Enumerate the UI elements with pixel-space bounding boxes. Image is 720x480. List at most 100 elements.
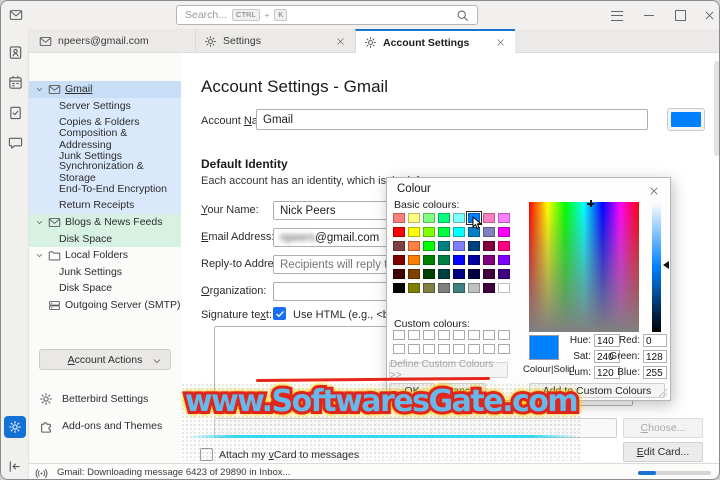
basic-colour-swatch[interactable] — [483, 283, 495, 293]
basic-colour-swatch[interactable] — [483, 213, 495, 223]
sidebar-item[interactable]: Disk Space — [29, 230, 181, 247]
luminance-slider-arrow[interactable] — [663, 261, 669, 269]
add-to-custom-colours-button[interactable]: Add to Custom Colours — [529, 383, 665, 398]
custom-colour-swatch-empty[interactable] — [498, 344, 510, 354]
basic-colour-swatch[interactable] — [393, 213, 405, 223]
basic-colour-swatch[interactable] — [453, 241, 465, 251]
app-menu-button[interactable] — [609, 9, 625, 22]
basic-colour-swatch[interactable] — [408, 241, 420, 251]
basic-colour-swatch[interactable] — [498, 255, 510, 265]
basic-colour-swatch[interactable] — [408, 227, 420, 237]
custom-colour-swatch-empty[interactable] — [468, 344, 480, 354]
basic-colour-swatch[interactable] — [468, 283, 480, 293]
blue-input[interactable]: 255 — [643, 366, 667, 379]
cancel-button[interactable]: Cancel — [438, 383, 486, 398]
custom-colour-swatch-empty[interactable] — [423, 344, 435, 354]
basic-colour-swatch[interactable] — [438, 227, 450, 237]
basic-colour-swatch[interactable] — [408, 283, 420, 293]
custom-colour-swatch-empty[interactable] — [408, 344, 420, 354]
maximize-button[interactable] — [672, 9, 688, 22]
basic-colour-swatch[interactable] — [498, 227, 510, 237]
basic-colour-swatch[interactable] — [483, 269, 495, 279]
basic-colour-swatch[interactable] — [408, 255, 420, 265]
sidebar-item[interactable]: Outgoing Server (SMTP) — [29, 297, 181, 314]
basic-colour-swatch[interactable] — [438, 255, 450, 265]
basic-colour-swatch[interactable] — [468, 241, 480, 251]
basic-colour-swatch[interactable] — [423, 213, 435, 223]
basic-colour-swatch[interactable] — [408, 213, 420, 223]
basic-colour-swatch[interactable] — [498, 213, 510, 223]
basic-colour-swatch[interactable] — [393, 241, 405, 251]
chat-icon[interactable] — [8, 135, 23, 150]
sidebar-item[interactable]: End-To-End Encryption — [29, 180, 181, 198]
custom-colour-swatch-empty[interactable] — [438, 330, 450, 340]
define-custom-colours-button[interactable]: Define Custom Colours >> — [389, 359, 508, 381]
address-book-icon[interactable] — [8, 45, 23, 60]
calendar-icon[interactable] — [8, 75, 23, 90]
basic-colour-swatch[interactable] — [393, 283, 405, 293]
custom-colour-swatch-empty[interactable] — [393, 330, 405, 340]
settings-space-button-active[interactable] — [4, 416, 26, 438]
sidebar-item[interactable]: Gmail — [29, 81, 181, 98]
basic-colour-swatch[interactable] — [498, 283, 510, 293]
basic-colour-swatch[interactable] — [483, 241, 495, 251]
tasks-icon[interactable] — [8, 105, 23, 120]
custom-colour-swatch-empty[interactable] — [453, 330, 465, 340]
sidebar-item[interactable]: Disk Space — [29, 280, 181, 297]
minimize-button[interactable] — [641, 9, 657, 22]
basic-colour-swatch[interactable] — [393, 227, 405, 237]
tab-account-settings-active[interactable]: Account Settings — [355, 29, 515, 54]
hue-sat-marker[interactable] — [587, 200, 594, 207]
sidebar-item[interactable]: Return Receipts — [29, 197, 181, 214]
basic-colour-swatch[interactable] — [438, 283, 450, 293]
sidebar-item[interactable]: Blogs & News Feeds — [29, 213, 181, 231]
global-search-input[interactable]: Search... CTRL + K — [176, 5, 478, 25]
green-input[interactable]: 128 — [643, 350, 667, 363]
collapse-toolbar-icon[interactable] — [7, 459, 22, 474]
basic-colour-swatch[interactable] — [408, 269, 420, 279]
hue-saturation-field[interactable] — [529, 202, 639, 332]
close-window-button[interactable] — [701, 9, 717, 22]
use-html-checkbox-checked[interactable] — [273, 307, 286, 320]
expander-chevron-icon[interactable] — [35, 251, 48, 260]
tab-close-button[interactable] — [493, 36, 507, 50]
account-colour-button[interactable] — [667, 108, 705, 131]
basic-colour-swatch[interactable] — [423, 269, 435, 279]
account-name-input[interactable] — [256, 109, 648, 130]
basic-colour-swatch[interactable] — [453, 283, 465, 293]
basic-colour-swatch[interactable] — [468, 269, 480, 279]
basic-colour-swatch[interactable] — [453, 269, 465, 279]
basic-colour-swatch[interactable] — [393, 269, 405, 279]
custom-colour-swatch-empty[interactable] — [483, 330, 495, 340]
basic-colour-swatch[interactable] — [438, 241, 450, 251]
sidebar-item[interactable]: Server Settings — [29, 97, 181, 115]
custom-colour-swatch-empty[interactable] — [423, 330, 435, 340]
ok-button[interactable]: OK — [389, 383, 435, 398]
basic-colour-swatch[interactable] — [498, 269, 510, 279]
basic-colour-swatch[interactable] — [438, 269, 450, 279]
basic-colour-swatch[interactable] — [466, 211, 483, 230]
sidebar-item[interactable]: Synchronization & Storage — [29, 160, 181, 184]
basic-colour-swatch[interactable] — [498, 241, 510, 251]
expander-chevron-icon[interactable] — [35, 218, 48, 227]
custom-colour-swatch-empty[interactable] — [438, 344, 450, 354]
basic-colour-swatch[interactable] — [438, 213, 450, 223]
basic-colour-swatch[interactable] — [483, 227, 495, 237]
dialog-resize-grip[interactable] — [658, 388, 668, 398]
account-actions-button[interactable]: Account Actions — [39, 349, 171, 370]
tab-mail-account[interactable]: npeers@gmail.com — [31, 29, 195, 53]
basic-colour-swatch[interactable] — [423, 255, 435, 265]
basic-colour-swatch[interactable] — [468, 255, 480, 265]
basic-colour-swatch[interactable] — [423, 241, 435, 251]
dialog-close-button[interactable] — [648, 185, 660, 197]
basic-colour-swatch[interactable] — [423, 227, 435, 237]
custom-colour-swatch-empty[interactable] — [483, 344, 495, 354]
basic-colour-swatch[interactable] — [483, 255, 495, 265]
custom-colour-swatch-empty[interactable] — [468, 330, 480, 340]
sidebar-item[interactable]: Composition & Addressing — [29, 127, 181, 151]
custom-colour-swatch-empty[interactable] — [393, 344, 405, 354]
expander-chevron-icon[interactable] — [35, 85, 48, 94]
scrollbar-thumb[interactable] — [714, 61, 719, 156]
addons-themes-item[interactable]: Add-ons and Themes — [39, 417, 181, 435]
choose-file-button[interactable]: Choose... — [623, 418, 703, 438]
